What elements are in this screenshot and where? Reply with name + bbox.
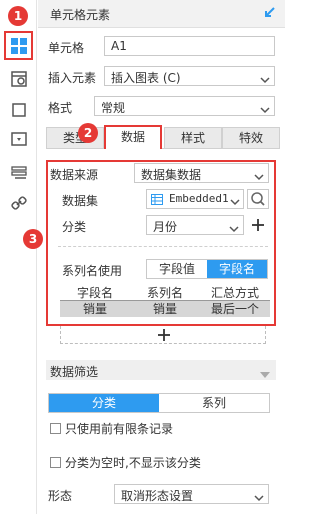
- column-header: 字段名: [60, 285, 130, 301]
- cell-label: 单元格: [48, 41, 85, 55]
- dataset-preview-button[interactable]: [247, 189, 269, 209]
- widget-button[interactable]: [4, 124, 33, 153]
- insert-element-select[interactable]: 插入图表 (C): [104, 66, 275, 86]
- panel-title: 单元格元素: [50, 8, 111, 22]
- column-header: 汇总方式: [200, 285, 270, 301]
- limit-records-checkbox[interactable]: 只使用前有限条记录: [50, 420, 173, 437]
- plus-icon: [252, 219, 264, 231]
- cell-attributes-button[interactable]: [4, 64, 33, 93]
- add-category-button[interactable]: [249, 215, 267, 235]
- hide-empty-category-checkbox[interactable]: 分类为空时,不显示该分类: [50, 454, 201, 471]
- series-name-option-field-name[interactable]: 字段名: [207, 260, 267, 278]
- series-name-label: 系列名使用: [62, 264, 123, 278]
- link-icon: [10, 195, 27, 210]
- category-select[interactable]: 月份: [146, 215, 244, 235]
- left-toolbar: [0, 0, 37, 514]
- chevron-down-icon: [229, 222, 239, 236]
- chevron-down-icon: [254, 491, 264, 505]
- search-icon: [251, 192, 265, 206]
- data-source-select[interactable]: 数据集数据: [134, 163, 269, 183]
- format-label: 格式: [48, 101, 73, 115]
- chevron-down-icon: [260, 103, 270, 117]
- table-header: 字段名 系列名 汇总方式: [60, 285, 270, 301]
- border-icon: [11, 102, 26, 117]
- data-source-value: 数据集数据: [141, 168, 202, 182]
- checkbox-box: [50, 457, 61, 468]
- pin-icon[interactable]: [263, 5, 277, 22]
- annotation-badge-3: 3: [23, 229, 43, 249]
- panel-header: 单元格元素: [38, 0, 285, 28]
- format-select[interactable]: 常规: [94, 96, 275, 116]
- chevron-down-icon: [260, 73, 270, 87]
- annotation-badge-1: 1: [8, 6, 28, 26]
- format-value: 常规: [101, 101, 126, 115]
- annotation-badge-2: 2: [78, 123, 98, 143]
- checkbox-box: [50, 423, 61, 434]
- tab-data[interactable]: 数据: [104, 125, 162, 149]
- limit-records-label: 只使用前有限条记录: [65, 422, 174, 436]
- hyperlink-button[interactable]: [4, 188, 33, 217]
- table-cell: 最后一个: [210, 302, 259, 316]
- insert-element-label: 插入元素: [48, 71, 97, 85]
- table-cell: 销量: [82, 302, 107, 316]
- category-value: 月份: [153, 220, 178, 234]
- data-source-label: 数据来源: [50, 168, 99, 182]
- cell-properties-icon: [10, 70, 27, 87]
- cell-input-value: A1: [111, 39, 127, 53]
- chevron-down-icon: [254, 170, 264, 184]
- chevron-down-icon: [230, 196, 240, 209]
- add-field-row[interactable]: [60, 326, 266, 344]
- plus-icon: [158, 329, 170, 341]
- series-name-toggle: 字段值 字段名: [146, 259, 268, 279]
- cell-input[interactable]: A1: [104, 36, 275, 56]
- table-cell: 销量: [152, 302, 177, 316]
- shape-value: 取消形态设置: [121, 489, 194, 503]
- filter-tab-category[interactable]: 分类: [49, 394, 159, 412]
- list-icon: [10, 165, 27, 179]
- grid-icon: [10, 37, 27, 54]
- border-button[interactable]: [4, 95, 33, 124]
- data-filter-title: 数据筛选: [50, 365, 99, 379]
- tab-style[interactable]: 样式: [164, 127, 222, 149]
- collapse-triangle-icon: [260, 367, 270, 381]
- cell-element-panel: 单元格元素 单元格 A1 插入元素 插入图表 (C) 格式 常规 类型 数据 样…: [38, 0, 285, 514]
- filter-tab-series[interactable]: 系列: [159, 394, 269, 412]
- shape-select[interactable]: 取消形态设置: [114, 484, 269, 504]
- cell-element-tool-button[interactable]: [4, 31, 33, 60]
- hide-empty-category-label: 分类为空时,不显示该分类: [65, 456, 201, 470]
- data-filter-header[interactable]: 数据筛选: [46, 360, 276, 380]
- series-field-table: 字段名 系列名 汇总方式 销量 销量 最后一个: [60, 285, 270, 317]
- category-label: 分类: [62, 220, 87, 234]
- dataset-value: Embedded1: [169, 192, 229, 205]
- table-row[interactable]: 销量 销量 最后一个: [60, 301, 270, 317]
- section-divider: [58, 246, 268, 247]
- filter-mode-toggle: 分类 系列: [48, 393, 270, 413]
- dataset-table-icon: [151, 194, 163, 208]
- tab-effects[interactable]: 特效: [222, 127, 280, 149]
- dataset-select[interactable]: Embedded1: [146, 189, 244, 209]
- condition-attribute-button[interactable]: [4, 158, 33, 187]
- shape-label: 形态: [48, 489, 73, 503]
- widget-icon: [10, 131, 27, 146]
- column-header: 系列名: [130, 285, 200, 301]
- series-name-option-field-value[interactable]: 字段值: [147, 260, 207, 278]
- dataset-label: 数据集: [62, 194, 99, 208]
- insert-element-value: 插入图表 (C): [111, 71, 181, 85]
